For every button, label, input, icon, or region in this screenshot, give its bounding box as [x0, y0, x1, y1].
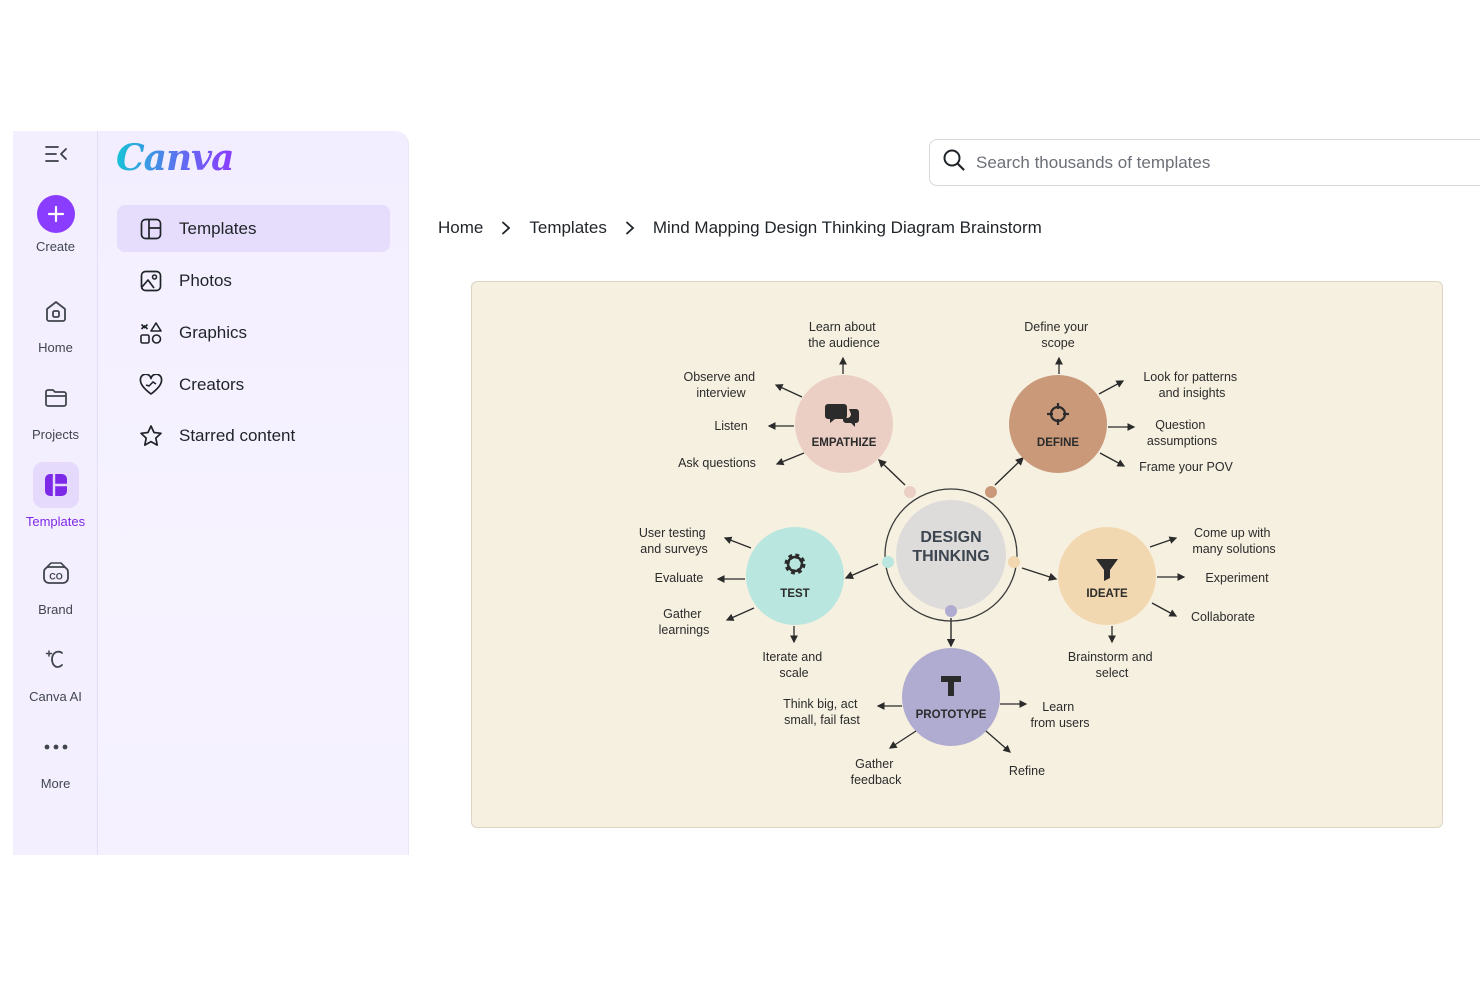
breadcrumb-home[interactable]: Home — [438, 218, 483, 238]
panel-item-label: Photos — [179, 270, 232, 290]
image-icon — [139, 269, 163, 293]
panel-item-creators[interactable]: Creators — [117, 361, 390, 408]
panel-item-label: Creators — [179, 374, 245, 394]
search-input[interactable] — [976, 152, 1456, 173]
svg-text:Gather feedback: Gather feedback — [851, 757, 902, 787]
rail-more-label: More — [40, 776, 71, 791]
svg-text:Collaborate: Collaborate — [1191, 610, 1255, 624]
rail-create[interactable]: Create — [13, 195, 98, 254]
folder-icon — [33, 375, 79, 421]
rail-projects-label: Projects — [32, 427, 79, 442]
rail-projects[interactable]: Projects — [13, 375, 98, 442]
rail-canva-ai[interactable]: Canva AI — [13, 637, 98, 704]
panel-item-label: Starred content — [179, 425, 296, 445]
svg-text:Brainstorm and sel: Brainstorm and select — [1068, 650, 1156, 680]
svg-text:CO: CO — [49, 572, 63, 582]
center-label: THINKING — [912, 548, 989, 565]
rail-templates[interactable]: Templates — [13, 462, 98, 529]
search-bar[interactable] — [929, 139, 1480, 186]
svg-text:Come up with many: Come up with many solutions — [1192, 526, 1275, 556]
stage-empathize: EMPATHIZE Learn about the audience Obser… — [678, 320, 893, 473]
svg-text:Refine: Refine — [1009, 764, 1045, 778]
center-label: DESIGN — [920, 529, 981, 546]
panel-item-label: Graphics — [179, 322, 248, 342]
svg-text:User testing and s: User testing and surveys — [639, 526, 709, 556]
svg-text:Ask questions: Ask questions — [678, 456, 756, 470]
svg-text:Evaluate: Evaluate — [655, 571, 704, 585]
more-dots-icon — [33, 724, 79, 770]
design-thinking-diagram: DESIGN THINKING EMPATHIZE Learn about th… — [639, 320, 1276, 787]
stage-define: DEFINE Define your scope Look for patter… — [1009, 320, 1240, 474]
home-icon — [33, 288, 79, 334]
svg-text:Frame your POV: Frame your POV — [1139, 460, 1233, 474]
svg-text:Question assumptio: Question assumptions — [1147, 418, 1217, 448]
side-panel: Canva Templates Photos Graphics Creators — [98, 131, 409, 855]
panel-item-starred[interactable]: Starred content — [117, 412, 390, 459]
svg-text:Listen: Listen — [714, 419, 747, 433]
plus-icon — [36, 195, 75, 233]
canva-ai-icon — [33, 637, 79, 683]
chevron-right-icon — [501, 221, 511, 235]
rail-home-label: Home — [38, 340, 73, 355]
svg-text:DEFINE: DEFINE — [1037, 437, 1080, 449]
stage-test: TEST User testing and surveys Evaluate G… — [639, 526, 844, 680]
rail-templates-label: Templates — [25, 514, 86, 529]
breadcrumb-current: Mind Mapping Design Thinking Diagram Bra… — [652, 218, 1042, 237]
canva-app: Create Home Projects Templates CO Brand — [13, 131, 1480, 855]
rail-canva-ai-label: Canva AI — [29, 689, 82, 704]
svg-text:Think big, act sma: Think big, act small, fail fast — [783, 697, 861, 727]
breadcrumb-templates[interactable]: Templates — [529, 218, 606, 238]
svg-text:EMPATHIZE: EMPATHIZE — [812, 437, 877, 449]
svg-text:IDEATE: IDEATE — [1086, 588, 1128, 600]
templates-icon — [139, 217, 163, 241]
svg-text:PROTOTYPE: PROTOTYPE — [916, 709, 987, 721]
panel-item-templates[interactable]: Templates — [117, 205, 390, 252]
star-icon — [139, 424, 163, 448]
rail-brand-label: Brand — [38, 602, 73, 617]
rail-more[interactable]: More — [13, 724, 98, 791]
collapse-menu-icon[interactable] — [41, 141, 71, 167]
rail-home[interactable]: Home — [13, 288, 98, 355]
svg-text:Experiment: Experiment — [1205, 571, 1269, 585]
svg-text:Define your scope: Define your scope — [1024, 320, 1091, 350]
stage-ideate: IDEATE Come up with many solutions Exper… — [1058, 526, 1276, 680]
panel-item-graphics[interactable]: Graphics — [117, 309, 390, 356]
left-rail: Create Home Projects Templates CO Brand — [13, 131, 98, 855]
svg-text:Iterate and scale: Iterate and scale — [762, 650, 825, 680]
breadcrumb: Home Templates Mind Mapping Design Think… — [438, 218, 1042, 238]
svg-text:Learn from users: Learn from users — [1030, 700, 1089, 730]
svg-text:Look for patterns: Look for patterns and insights — [1143, 370, 1240, 400]
heart-icon — [139, 373, 163, 397]
main-content: Home Templates Mind Mapping Design Think… — [409, 131, 1480, 855]
template-preview[interactable]: DESIGN THINKING EMPATHIZE Learn about th… — [471, 281, 1443, 828]
brand-icon: CO — [33, 550, 79, 596]
panel-item-photos[interactable]: Photos — [117, 257, 390, 304]
svg-text:Observe and interv: Observe and interview — [683, 370, 758, 400]
rail-create-label: Create — [35, 239, 76, 254]
canva-logo[interactable]: Canva — [116, 137, 234, 179]
svg-text:Learn about the au: Learn about the audience — [808, 320, 880, 350]
shapes-icon — [139, 321, 163, 345]
chevron-right-icon — [625, 221, 635, 235]
svg-text:TEST: TEST — [780, 588, 809, 600]
panel-item-label: Templates — [179, 218, 257, 238]
rail-brand[interactable]: CO Brand — [13, 550, 98, 617]
stage-prototype: PROTOTYPE Think big, act small, fail fas… — [783, 648, 1090, 787]
svg-text:Gather learnings: Gather learnings — [659, 607, 710, 637]
templates-icon — [32, 462, 79, 508]
search-icon — [942, 148, 966, 177]
